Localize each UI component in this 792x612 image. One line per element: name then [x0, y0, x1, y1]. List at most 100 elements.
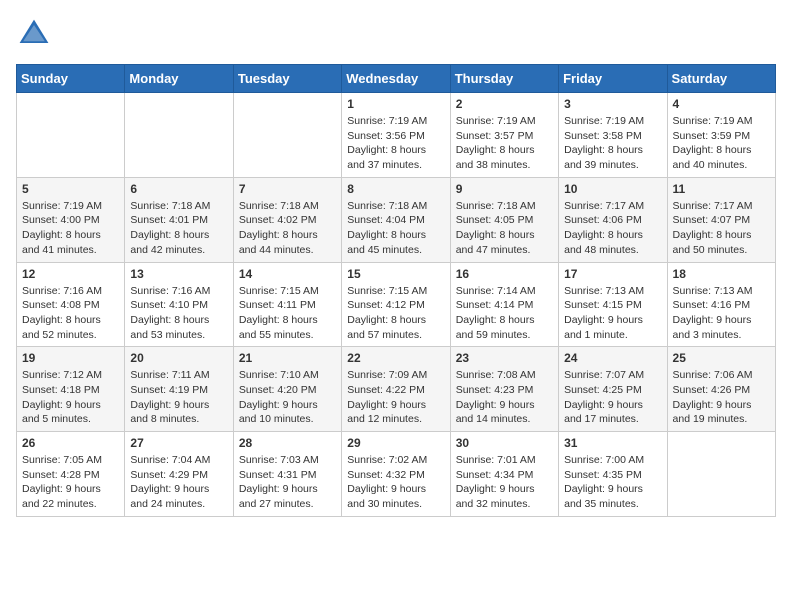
calendar-cell: 7 Sunrise: 7:18 AM Sunset: 4:02 PM Daylig… — [233, 177, 341, 262]
day-content: Sunrise: 7:18 AM Sunset: 4:01 PM Dayligh… — [130, 199, 227, 258]
day-number: 16 — [456, 267, 553, 281]
day-number: 5 — [22, 182, 119, 196]
calendar-cell: 17 Sunrise: 7:13 AM Sunset: 4:15 PM Dayli… — [559, 262, 667, 347]
day-content: Sunrise: 7:00 AM Sunset: 4:35 PM Dayligh… — [564, 453, 661, 512]
calendar-cell — [17, 93, 125, 178]
day-content: Sunrise: 7:16 AM Sunset: 4:10 PM Dayligh… — [130, 284, 227, 343]
day-content: Sunrise: 7:13 AM Sunset: 4:16 PM Dayligh… — [673, 284, 770, 343]
calendar-week-2: 5 Sunrise: 7:19 AM Sunset: 4:00 PM Daylig… — [17, 177, 776, 262]
day-number: 17 — [564, 267, 661, 281]
column-header-saturday: Saturday — [667, 65, 775, 93]
calendar-cell: 29Sunrise: 7:02 AM Sunset: 4:32 PM Dayli… — [342, 432, 450, 517]
calendar-cell: 20 Sunrise: 7:11 AM Sunset: 4:19 PM Dayli… — [125, 347, 233, 432]
day-content: Sunrise: 7:18 AM Sunset: 4:04 PM Dayligh… — [347, 199, 444, 258]
calendar-table: SundayMondayTuesdayWednesdayThursdayFrid… — [16, 64, 776, 517]
day-number: 18 — [673, 267, 770, 281]
day-number: 1 — [347, 97, 444, 111]
calendar-cell: 13 Sunrise: 7:16 AM Sunset: 4:10 PM Dayli… — [125, 262, 233, 347]
day-number: 22 — [347, 351, 444, 365]
calendar-cell: 28 Sunrise: 7:03 AM Sunset: 4:31 PM Dayli… — [233, 432, 341, 517]
calendar-cell: 22 Sunrise: 7:09 AM Sunset: 4:22 PM Dayli… — [342, 347, 450, 432]
logo-icon — [16, 16, 52, 52]
calendar-cell: 15 Sunrise: 7:15 AM Sunset: 4:12 PM Dayli… — [342, 262, 450, 347]
day-number: 29 — [347, 436, 444, 450]
calendar-cell: 25 Sunrise: 7:06 AM Sunset: 4:26 PM Dayli… — [667, 347, 775, 432]
day-content: Sunrise: 7:15 AM Sunset: 4:12 PM Dayligh… — [347, 284, 444, 343]
logo — [16, 16, 56, 52]
day-number: 7 — [239, 182, 336, 196]
day-content: Sunrise: 7:01 AM Sunset: 4:34 PM Dayligh… — [456, 453, 553, 512]
day-number: 20 — [130, 351, 227, 365]
calendar-cell: 26Sunrise: 7:05 AM Sunset: 4:28 PM Dayli… — [17, 432, 125, 517]
day-content: Sunrise: 7:14 AM Sunset: 4:14 PM Dayligh… — [456, 284, 553, 343]
day-number: 24 — [564, 351, 661, 365]
day-number: 8 — [347, 182, 444, 196]
day-content: Sunrise: 7:13 AM Sunset: 4:15 PM Dayligh… — [564, 284, 661, 343]
calendar-cell: 27Sunrise: 7:04 AM Sunset: 4:29 PM Dayli… — [125, 432, 233, 517]
day-content: Sunrise: 7:19 AM Sunset: 4:00 PM Dayligh… — [22, 199, 119, 258]
calendar-cell: 19 Sunrise: 7:12 AM Sunset: 4:18 PM Dayli… — [17, 347, 125, 432]
calendar-cell: 12 Sunrise: 7:16 AM Sunset: 4:08 PM Dayli… — [17, 262, 125, 347]
day-content: Sunrise: 7:16 AM Sunset: 4:08 PM Dayligh… — [22, 284, 119, 343]
day-number: 21 — [239, 351, 336, 365]
calendar-cell: 3 Sunrise: 7:19 AM Sunset: 3:58 PM Daylig… — [559, 93, 667, 178]
day-number: 9 — [456, 182, 553, 196]
calendar-cell: 10Sunrise: 7:17 AM Sunset: 4:06 PM Dayli… — [559, 177, 667, 262]
column-header-monday: Monday — [125, 65, 233, 93]
day-content: Sunrise: 7:03 AM Sunset: 4:31 PM Dayligh… — [239, 453, 336, 512]
day-content: Sunrise: 7:11 AM Sunset: 4:19 PM Dayligh… — [130, 368, 227, 427]
day-number: 12 — [22, 267, 119, 281]
calendar-cell: 1Sunrise: 7:19 AM Sunset: 3:56 PM Daylig… — [342, 93, 450, 178]
day-number: 30 — [456, 436, 553, 450]
calendar-cell: 31 Sunrise: 7:00 AM Sunset: 4:35 PM Dayli… — [559, 432, 667, 517]
day-number: 27 — [130, 436, 227, 450]
day-content: Sunrise: 7:05 AM Sunset: 4:28 PM Dayligh… — [22, 453, 119, 512]
calendar-cell: 11 Sunrise: 7:17 AM Sunset: 4:07 PM Dayli… — [667, 177, 775, 262]
day-content: Sunrise: 7:19 AM Sunset: 3:58 PM Dayligh… — [564, 114, 661, 173]
day-content: Sunrise: 7:18 AM Sunset: 4:05 PM Dayligh… — [456, 199, 553, 258]
calendar-cell — [667, 432, 775, 517]
calendar-cell: 9 Sunrise: 7:18 AM Sunset: 4:05 PM Daylig… — [450, 177, 558, 262]
day-number: 4 — [673, 97, 770, 111]
day-number: 14 — [239, 267, 336, 281]
day-content: Sunrise: 7:09 AM Sunset: 4:22 PM Dayligh… — [347, 368, 444, 427]
calendar-cell: 14 Sunrise: 7:15 AM Sunset: 4:11 PM Dayli… — [233, 262, 341, 347]
day-number: 25 — [673, 351, 770, 365]
calendar-cell: 21 Sunrise: 7:10 AM Sunset: 4:20 PM Dayli… — [233, 347, 341, 432]
day-content: Sunrise: 7:10 AM Sunset: 4:20 PM Dayligh… — [239, 368, 336, 427]
day-number: 6 — [130, 182, 227, 196]
calendar-cell: 16 Sunrise: 7:14 AM Sunset: 4:14 PM Dayli… — [450, 262, 558, 347]
day-number: 15 — [347, 267, 444, 281]
day-number: 13 — [130, 267, 227, 281]
day-content: Sunrise: 7:17 AM Sunset: 4:07 PM Dayligh… — [673, 199, 770, 258]
day-content: Sunrise: 7:15 AM Sunset: 4:11 PM Dayligh… — [239, 284, 336, 343]
calendar-cell: 24 Sunrise: 7:07 AM Sunset: 4:25 PM Dayli… — [559, 347, 667, 432]
day-content: Sunrise: 7:19 AM Sunset: 3:57 PM Dayligh… — [456, 114, 553, 173]
calendar-cell — [125, 93, 233, 178]
calendar-week-3: 12 Sunrise: 7:16 AM Sunset: 4:08 PM Dayli… — [17, 262, 776, 347]
day-number: 19 — [22, 351, 119, 365]
day-content: Sunrise: 7:18 AM Sunset: 4:02 PM Dayligh… — [239, 199, 336, 258]
calendar-cell — [233, 93, 341, 178]
page-header — [16, 16, 776, 52]
calendar-week-5: 26Sunrise: 7:05 AM Sunset: 4:28 PM Dayli… — [17, 432, 776, 517]
column-header-friday: Friday — [559, 65, 667, 93]
column-header-tuesday: Tuesday — [233, 65, 341, 93]
day-number: 28 — [239, 436, 336, 450]
day-content: Sunrise: 7:17 AM Sunset: 4:06 PM Dayligh… — [564, 199, 661, 258]
calendar-cell: 8 Sunrise: 7:18 AM Sunset: 4:04 PM Daylig… — [342, 177, 450, 262]
day-content: Sunrise: 7:07 AM Sunset: 4:25 PM Dayligh… — [564, 368, 661, 427]
day-number: 3 — [564, 97, 661, 111]
calendar-week-1: 1Sunrise: 7:19 AM Sunset: 3:56 PM Daylig… — [17, 93, 776, 178]
day-content: Sunrise: 7:19 AM Sunset: 3:59 PM Dayligh… — [673, 114, 770, 173]
day-content: Sunrise: 7:06 AM Sunset: 4:26 PM Dayligh… — [673, 368, 770, 427]
calendar-cell: 30 Sunrise: 7:01 AM Sunset: 4:34 PM Dayli… — [450, 432, 558, 517]
calendar-cell: 23 Sunrise: 7:08 AM Sunset: 4:23 PM Dayli… — [450, 347, 558, 432]
day-content: Sunrise: 7:12 AM Sunset: 4:18 PM Dayligh… — [22, 368, 119, 427]
calendar-cell: 4 Sunrise: 7:19 AM Sunset: 3:59 PM Daylig… — [667, 93, 775, 178]
calendar-header-row: SundayMondayTuesdayWednesdayThursdayFrid… — [17, 65, 776, 93]
day-number: 11 — [673, 182, 770, 196]
day-content: Sunrise: 7:08 AM Sunset: 4:23 PM Dayligh… — [456, 368, 553, 427]
day-number: 31 — [564, 436, 661, 450]
day-number: 23 — [456, 351, 553, 365]
